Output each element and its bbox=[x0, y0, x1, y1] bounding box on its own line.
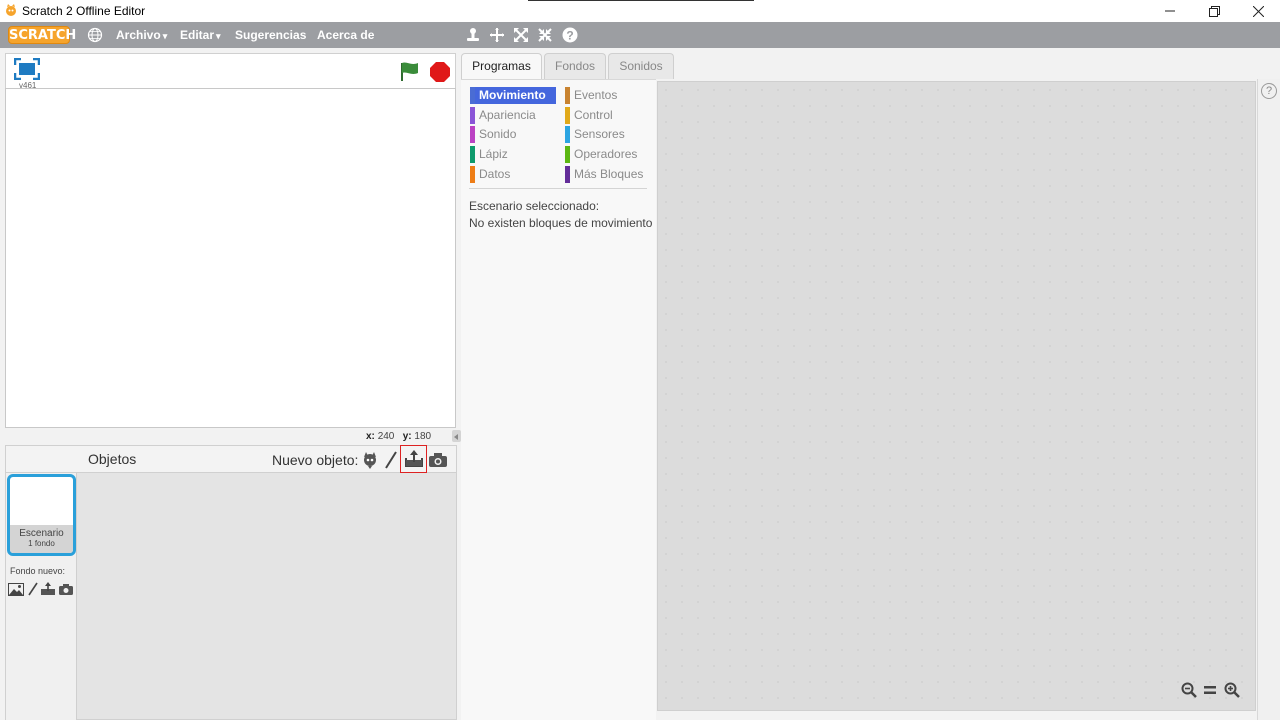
menu-sugerencias[interactable]: Sugerencias bbox=[235, 28, 306, 42]
zoom-in-icon[interactable] bbox=[1223, 681, 1241, 699]
category-operadores[interactable]: Operadores bbox=[565, 146, 637, 163]
category-eventos[interactable]: Eventos bbox=[565, 87, 617, 104]
right-strip bbox=[1257, 79, 1280, 720]
restore-icon[interactable] bbox=[1192, 0, 1236, 22]
svg-text:?: ? bbox=[566, 29, 573, 43]
tab-fondos[interactable]: Fondos bbox=[544, 53, 606, 79]
title-bar: Scratch 2 Offline Editor bbox=[0, 0, 1280, 22]
block-help-icon[interactable]: ? bbox=[1261, 83, 1277, 99]
scratch-cat-icon bbox=[4, 3, 18, 17]
menu-archivo[interactable]: Archivo ▾ bbox=[116, 28, 167, 42]
category-mas-bloques[interactable]: Más Bloques bbox=[565, 166, 643, 183]
category-datos[interactable]: Datos bbox=[470, 166, 510, 183]
tab-programas[interactable]: Programas bbox=[461, 53, 542, 80]
mouse-coords: x: 240 y: 180 bbox=[366, 431, 432, 442]
help-icon[interactable]: ? bbox=[561, 26, 579, 44]
palette-info-line2: No existen bloques de movimiento bbox=[469, 216, 653, 230]
scripts-area[interactable] bbox=[657, 81, 1256, 711]
zoom-out-icon[interactable] bbox=[1180, 681, 1198, 699]
paint-brush-icon[interactable] bbox=[380, 449, 402, 471]
tab-sonidos[interactable]: Sonidos bbox=[608, 53, 674, 79]
scratch-logo[interactable]: SCRATCH bbox=[8, 26, 76, 44]
backdrop-library-icon[interactable] bbox=[8, 582, 24, 596]
stage-canvas[interactable] bbox=[5, 88, 456, 428]
menu-editar[interactable]: Editar ▾ bbox=[180, 28, 221, 42]
shrink-icon[interactable] bbox=[536, 26, 554, 44]
stamp-icon[interactable] bbox=[464, 26, 482, 44]
choose-sprite-library-icon[interactable] bbox=[359, 449, 381, 471]
zoom-reset-icon[interactable] bbox=[1201, 681, 1219, 699]
menu-bar: SCRATCH Archivo ▾ Editar ▾ Sugerencias Ace… bbox=[0, 22, 1280, 48]
fondo-nuevo-label: Fondo nuevo: bbox=[10, 566, 66, 576]
category-apariencia[interactable]: Apariencia bbox=[470, 107, 536, 124]
camera-backdrop-icon[interactable] bbox=[58, 582, 74, 596]
objetos-label: Objetos bbox=[88, 451, 137, 467]
camera-icon[interactable] bbox=[427, 449, 449, 471]
presentation-mode-icon[interactable] bbox=[13, 57, 41, 81]
stage-thumb-name: Escenario bbox=[19, 528, 64, 539]
stage-thumbnail[interactable]: Escenario 1 fondo bbox=[7, 474, 76, 556]
category-control[interactable]: Control bbox=[565, 107, 613, 124]
stop-icon[interactable] bbox=[430, 62, 450, 82]
stage-thumb-count: 1 fondo bbox=[28, 539, 55, 548]
category-sonido[interactable]: Sonido bbox=[470, 126, 516, 143]
menu-acerca-de[interactable]: Acerca de bbox=[317, 28, 374, 42]
category-movimiento[interactable]: Movimiento bbox=[470, 87, 556, 104]
palette-divider bbox=[469, 188, 647, 189]
grow-icon[interactable] bbox=[512, 26, 530, 44]
upload-sprite-icon[interactable] bbox=[400, 445, 427, 473]
nuevo-objeto-label: Nuevo objeto: bbox=[272, 452, 359, 468]
category-lapiz[interactable]: Lápiz bbox=[470, 146, 508, 163]
minimize-icon[interactable] bbox=[1148, 0, 1192, 22]
stage-header bbox=[5, 53, 456, 89]
window-title: Scratch 2 Offline Editor bbox=[22, 4, 146, 18]
paint-backdrop-icon[interactable] bbox=[25, 582, 41, 596]
upload-backdrop-icon[interactable] bbox=[40, 582, 56, 596]
palette-info-line1: Escenario seleccionado: bbox=[469, 199, 600, 213]
globe-icon[interactable] bbox=[87, 27, 103, 43]
close-icon[interactable] bbox=[1236, 0, 1280, 22]
title-decoration bbox=[528, 0, 754, 1]
green-flag-icon[interactable] bbox=[399, 61, 421, 81]
cut-icon[interactable] bbox=[488, 26, 506, 44]
collapse-stage-icon[interactable] bbox=[452, 430, 461, 442]
category-sensores[interactable]: Sensores bbox=[565, 126, 625, 143]
stage-column-header bbox=[6, 446, 77, 473]
